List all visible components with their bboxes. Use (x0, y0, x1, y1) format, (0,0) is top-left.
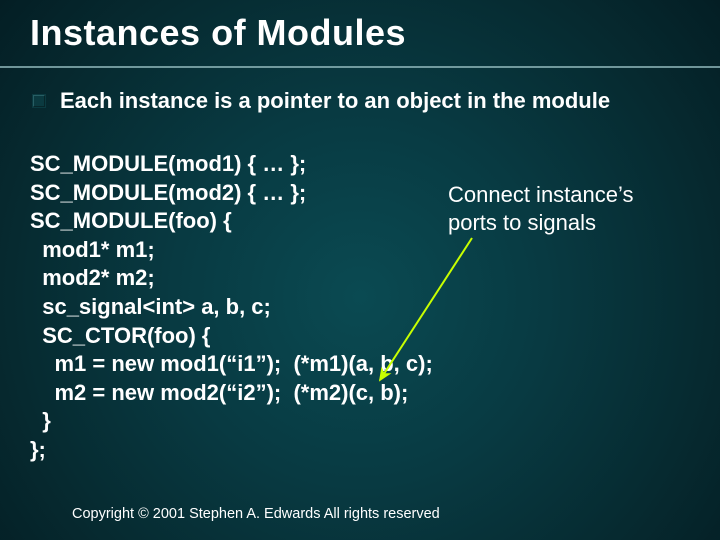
annotation-text: Connect instance’s ports to signals (448, 181, 634, 236)
bullet-row: Each instance is a pointer to an object … (32, 88, 610, 114)
annotation-line2: ports to signals (448, 210, 596, 235)
slide: Instances of Modules Each instance is a … (0, 0, 720, 540)
bullet-marker-icon (32, 94, 46, 108)
page-title: Instances of Modules (30, 12, 406, 54)
copyright-text: Copyright © 2001 Stephen A. Edwards All … (72, 506, 440, 522)
annotation-line1: Connect instance’s (448, 182, 634, 207)
bullet-text: Each instance is a pointer to an object … (60, 88, 610, 114)
title-underline (0, 66, 720, 68)
code-block: SC_MODULE(mod1) { … }; SC_MODULE(mod2) {… (30, 150, 433, 465)
